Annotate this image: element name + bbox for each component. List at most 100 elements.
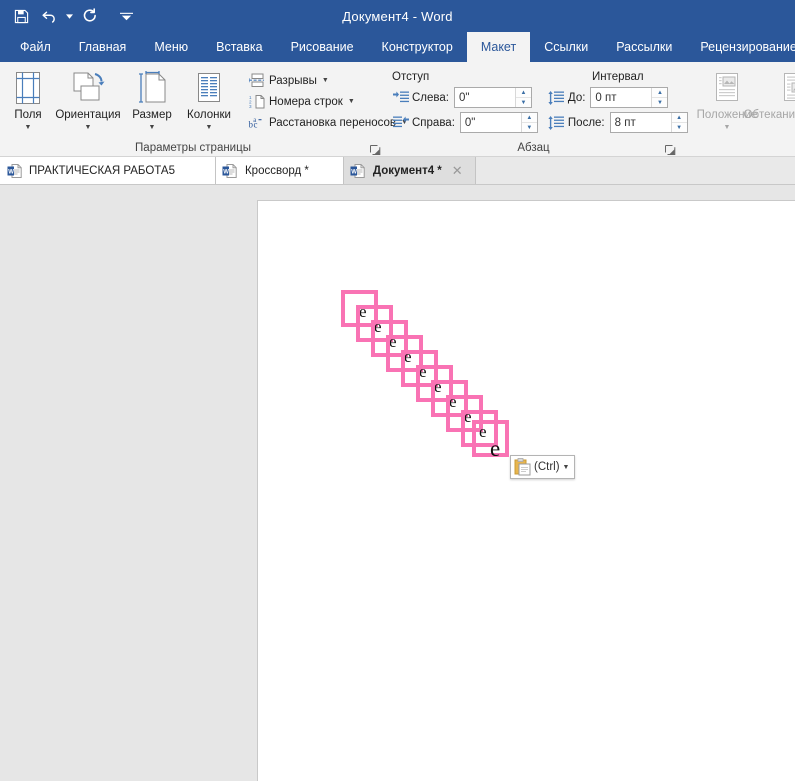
orientation-icon xyxy=(70,68,106,108)
spacing-after-stepper[interactable]: 8 пт ▲ ▼ xyxy=(610,112,688,133)
position-dropdown-icon[interactable]: ▼ xyxy=(724,123,731,132)
size-dropdown-icon[interactable]: ▼ xyxy=(149,123,156,132)
columns-icon xyxy=(194,68,224,108)
spacing-after-row: После: 8 пт ▲ ▼ xyxy=(548,111,688,134)
indent-left-value[interactable]: 0" xyxy=(455,88,515,107)
ribbon-group-paragraph: Отступ xyxy=(386,62,681,157)
word-doc-icon: W xyxy=(6,162,23,179)
breaks-dropdown-icon[interactable]: ▼ xyxy=(322,77,329,84)
close-icon[interactable]: ✕ xyxy=(452,163,463,179)
orientation-label: Ориентация xyxy=(55,109,120,122)
ribbon-group-arrange: Положение ▼ xyxy=(681,62,795,157)
position-icon xyxy=(712,68,742,108)
spacing-before-spin-buttons[interactable]: ▲ ▼ xyxy=(651,88,667,107)
clipboard-icon xyxy=(514,458,531,476)
wrap-text-button[interactable]: Обтекание текстом xyxy=(763,66,795,132)
paragraph-dialog-launcher[interactable] xyxy=(665,143,677,155)
undo-button[interactable] xyxy=(36,4,62,28)
tab-mailings[interactable]: Рассылки xyxy=(602,32,686,62)
save-button[interactable] xyxy=(8,4,34,28)
workspace: eeeeeeeeee (Ctrl) ▼ xyxy=(0,189,795,592)
page-setup-group-label: Параметры страницы xyxy=(0,139,386,157)
tab-draw[interactable]: Рисование xyxy=(277,32,368,62)
redo-button[interactable] xyxy=(77,4,103,28)
doc-tab-empty-area xyxy=(476,157,795,184)
chevron-down-icon[interactable]: ▼ xyxy=(563,464,570,471)
indent-right-spin-buttons[interactable]: ▲ ▼ xyxy=(521,113,537,132)
tab-layout[interactable]: Макет xyxy=(467,32,530,62)
indent-right-row: Справа: 0" ▲ ▼ xyxy=(392,111,538,134)
shape-letter: e xyxy=(490,437,500,460)
tab-file[interactable]: Файл xyxy=(6,32,65,62)
indent-right-decrease-icon[interactable]: ▼ xyxy=(522,123,537,132)
indent-left-icon xyxy=(392,90,409,105)
breaks-label: Разрывы xyxy=(269,75,317,87)
paste-options-button[interactable]: (Ctrl) ▼ xyxy=(510,455,575,479)
undo-dropdown-icon[interactable] xyxy=(64,4,75,28)
tab-insert[interactable]: Вставка xyxy=(202,32,276,62)
line-numbers-dropdown-icon[interactable]: ▼ xyxy=(348,98,355,105)
indent-right-increase-icon[interactable]: ▲ xyxy=(522,113,537,123)
document-tab-bar: W ПРАКТИЧЕСКАЯ РАБОТА5 W Кроссворд * W xyxy=(0,157,795,185)
line-numbers-icon: 1 2 3 xyxy=(248,93,266,110)
spacing-before-value[interactable]: 0 пт xyxy=(591,88,651,107)
margins-button[interactable]: Поля ▼ xyxy=(4,66,52,133)
spacing-before-label: До: xyxy=(568,92,586,104)
arrange-group-label xyxy=(681,139,795,157)
wrap-text-label: Обтекание текстом xyxy=(744,109,795,122)
orientation-button[interactable]: Ориентация ▼ xyxy=(52,66,124,133)
tab-review[interactable]: Рецензирование xyxy=(686,32,795,62)
tab-references[interactable]: Ссылки xyxy=(530,32,602,62)
spacing-after-icon xyxy=(548,115,565,130)
svg-text:3: 3 xyxy=(249,104,252,109)
columns-label: Колонки xyxy=(187,109,231,122)
margins-dropdown-icon[interactable]: ▼ xyxy=(25,123,32,132)
document-page[interactable]: eeeeeeeeee (Ctrl) ▼ xyxy=(257,200,795,781)
spacing-after-label: После: xyxy=(568,117,605,129)
indent-right-label: Справа: xyxy=(412,117,455,129)
svg-text:W: W xyxy=(8,169,14,175)
indent-right-value[interactable]: 0" xyxy=(461,113,521,132)
columns-button[interactable]: Колонки ▼ xyxy=(180,66,238,133)
tab-home[interactable]: Главная xyxy=(65,32,141,62)
svg-text:W: W xyxy=(224,169,230,175)
spacing-after-value[interactable]: 8 пт xyxy=(611,113,671,132)
size-button[interactable]: Размер ▼ xyxy=(124,66,180,133)
columns-dropdown-icon[interactable]: ▼ xyxy=(206,123,213,132)
spacing-before-decrease-icon[interactable]: ▼ xyxy=(652,98,667,107)
ribbon-tab-strip: Файл Главная Меню Вставка Рисование Конс… xyxy=(0,32,795,62)
doc-tab-dokument4[interactable]: W Документ4 * ✕ xyxy=(344,157,476,184)
breaks-icon xyxy=(248,72,266,89)
hyphenation-icon: b c a xyxy=(248,114,266,131)
spacing-before-row: До: 0 пт ▲ ▼ xyxy=(548,86,688,109)
tab-menu[interactable]: Меню xyxy=(140,32,202,62)
customize-qat-button[interactable] xyxy=(113,4,139,28)
doc-tab-krossvord[interactable]: W Кроссворд * xyxy=(216,157,344,184)
indent-left-row: Слева: 0" ▲ ▼ xyxy=(392,86,538,109)
spacing-before-stepper[interactable]: 0 пт ▲ ▼ xyxy=(590,87,668,108)
spacing-header: Интервал xyxy=(548,68,688,86)
quick-access-toolbar xyxy=(0,4,139,28)
margins-icon xyxy=(13,68,43,108)
svg-text:W: W xyxy=(352,169,358,175)
indent-left-spin-buttons[interactable]: ▲ ▼ xyxy=(515,88,531,107)
text-box-shape[interactable]: e xyxy=(472,420,509,457)
indent-left-stepper[interactable]: 0" ▲ ▼ xyxy=(454,87,532,108)
page-setup-dialog-launcher[interactable] xyxy=(370,143,382,155)
spacing-before-increase-icon[interactable]: ▲ xyxy=(652,88,667,98)
indent-right-stepper[interactable]: 0" ▲ ▼ xyxy=(460,112,538,133)
indent-left-decrease-icon[interactable]: ▼ xyxy=(516,98,531,107)
doc-tab-prakticheskaya[interactable]: W ПРАКТИЧЕСКАЯ РАБОТА5 xyxy=(0,157,216,184)
wrap-text-icon xyxy=(780,68,795,108)
position-button[interactable]: Положение ▼ xyxy=(691,66,763,132)
tab-design[interactable]: Конструктор xyxy=(368,32,467,62)
indent-left-increase-icon[interactable]: ▲ xyxy=(516,88,531,98)
orientation-dropdown-icon[interactable]: ▼ xyxy=(85,123,92,132)
spacing-before-icon xyxy=(548,90,565,105)
size-icon xyxy=(136,68,168,108)
ribbon-group-page-setup: Поля ▼ Ориентация ▼ xyxy=(0,62,386,157)
line-numbers-label: Номера строк xyxy=(269,96,343,108)
indent-right-icon xyxy=(392,115,409,130)
title-bar: Документ4 - Word xyxy=(0,0,795,32)
doc-tab-label: Кроссворд * xyxy=(245,165,309,177)
